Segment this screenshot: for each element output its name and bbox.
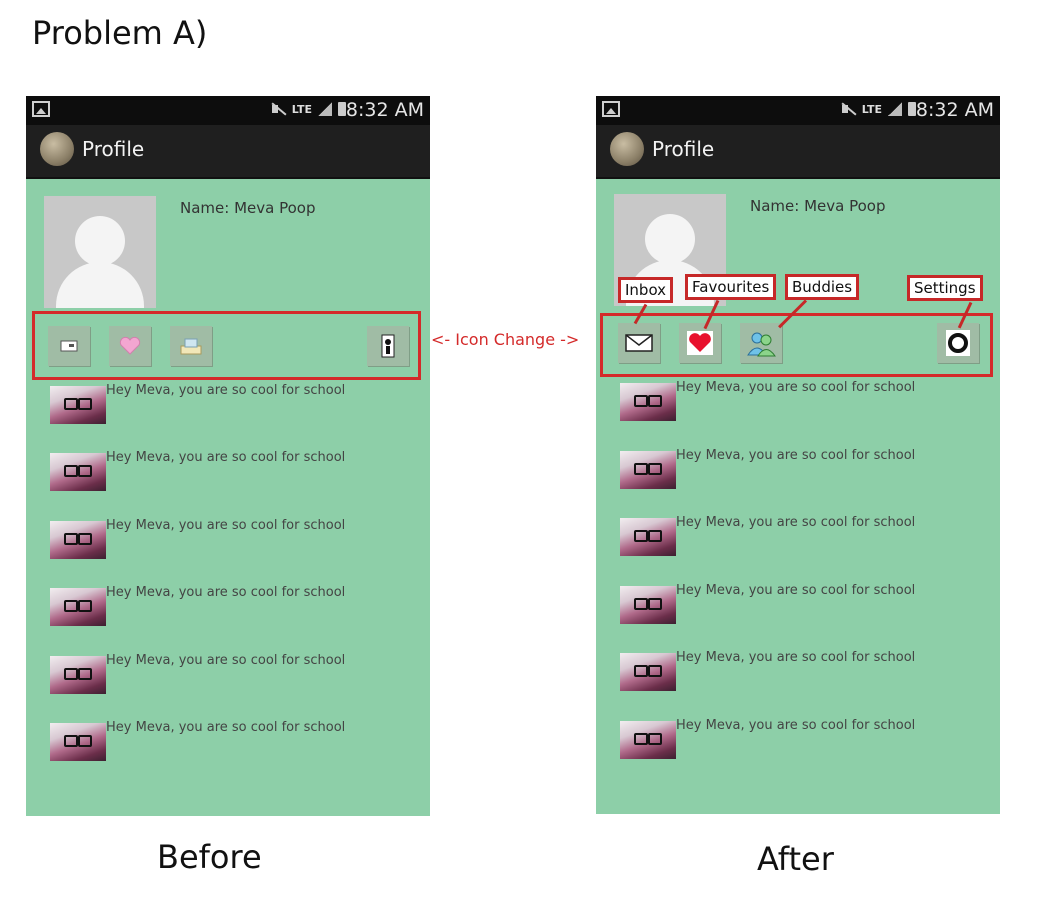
message-text: Hey Meva, you are so cool for school	[676, 650, 916, 665]
status-icons: LTE	[840, 102, 916, 116]
message-text: Hey Meva, you are so cool for school	[676, 515, 916, 530]
before-caption: Before	[157, 838, 262, 876]
status-icons: LTE	[270, 102, 346, 116]
message-text: Hey Meva, you are so cool for school	[676, 380, 916, 395]
action-bar-title: Profile	[652, 137, 715, 161]
message-item[interactable]: Hey Meva, you are so cool for school	[620, 448, 1000, 491]
message-item[interactable]: Hey Meva, you are so cool for school	[50, 518, 430, 561]
settings-callout: Settings	[907, 275, 983, 301]
sender-thumbnail	[620, 451, 676, 489]
buddies-callout: Buddies	[785, 274, 860, 300]
message-text: Hey Meva, you are so cool for school	[106, 653, 346, 668]
message-item[interactable]: Hey Meva, you are so cool for school	[620, 380, 1000, 423]
sender-thumbnail	[50, 453, 106, 491]
message-item[interactable]: Hey Meva, you are so cool for school	[50, 450, 430, 493]
mute-icon	[270, 102, 286, 116]
network-type-label: LTE	[861, 102, 882, 116]
message-text: Hey Meva, you are so cool for school	[106, 720, 346, 735]
sender-thumbnail	[50, 521, 106, 559]
icon-row-highlight-before	[32, 311, 421, 380]
message-item[interactable]: Hey Meva, you are so cool for school	[50, 720, 430, 763]
status-time: 8:32 AM	[345, 99, 424, 121]
profile-name: Name: Meva Poop	[180, 199, 316, 217]
message-item[interactable]: Hey Meva, you are so cool for school	[50, 383, 430, 426]
battery-icon	[338, 102, 346, 116]
sender-thumbnail	[620, 721, 676, 759]
signal-icon	[318, 102, 332, 116]
message-item[interactable]: Hey Meva, you are so cool for school	[50, 585, 430, 628]
network-type-label: LTE	[291, 102, 312, 116]
icon-row-highlight-after	[600, 313, 993, 377]
sender-thumbnail	[620, 383, 676, 421]
message-text: Hey Meva, you are so cool for school	[676, 718, 916, 733]
profile-name: Name: Meva Poop	[750, 197, 886, 215]
message-item[interactable]: Hey Meva, you are so cool for school	[620, 650, 1000, 693]
status-bar: LTE 8:32 AM	[596, 96, 1000, 125]
sender-thumbnail	[620, 586, 676, 624]
mute-icon	[840, 102, 856, 116]
message-text: Hey Meva, you are so cool for school	[676, 448, 916, 463]
sender-thumbnail	[620, 518, 676, 556]
gallery-notification-icon	[32, 101, 50, 117]
status-bar: LTE 8:32 AM	[26, 96, 430, 125]
message-text: Hey Meva, you are so cool for school	[106, 585, 346, 600]
message-text: Hey Meva, you are so cool for school	[106, 518, 346, 533]
app-logo-icon[interactable]	[610, 132, 644, 166]
action-bar: Profile	[26, 125, 430, 179]
message-text: Hey Meva, you are so cool for school	[106, 450, 346, 465]
action-bar: Profile	[596, 125, 1000, 179]
signal-icon	[888, 102, 902, 116]
message-item[interactable]: Hey Meva, you are so cool for school	[620, 718, 1000, 761]
message-text: Hey Meva, you are so cool for school	[106, 383, 346, 398]
battery-icon	[908, 102, 916, 116]
app-logo-icon[interactable]	[40, 132, 74, 166]
after-caption: After	[757, 840, 834, 878]
message-item[interactable]: Hey Meva, you are so cool for school	[50, 653, 430, 696]
icon-change-label: <- Icon Change ->	[431, 330, 580, 349]
profile-avatar	[44, 196, 156, 308]
status-time: 8:32 AM	[915, 99, 994, 121]
message-text: Hey Meva, you are so cool for school	[676, 583, 916, 598]
message-item[interactable]: Hey Meva, you are so cool for school	[620, 583, 1000, 626]
sender-thumbnail	[50, 656, 106, 694]
favourites-callout: Favourites	[685, 274, 777, 300]
action-bar-title: Profile	[82, 137, 145, 161]
gallery-notification-icon	[602, 101, 620, 117]
sender-thumbnail	[50, 723, 106, 761]
sender-thumbnail	[620, 653, 676, 691]
inbox-callout: Inbox	[618, 277, 674, 303]
page-title: Problem A)	[32, 14, 208, 52]
phone-after: LTE 8:32 AM Profile Name: Meva Poop Hey …	[596, 96, 1000, 814]
sender-thumbnail	[50, 386, 106, 424]
sender-thumbnail	[50, 588, 106, 626]
message-item[interactable]: Hey Meva, you are so cool for school	[620, 515, 1000, 558]
phone-before: LTE 8:32 AM Profile Name: Meva Poop Hey …	[26, 96, 430, 816]
